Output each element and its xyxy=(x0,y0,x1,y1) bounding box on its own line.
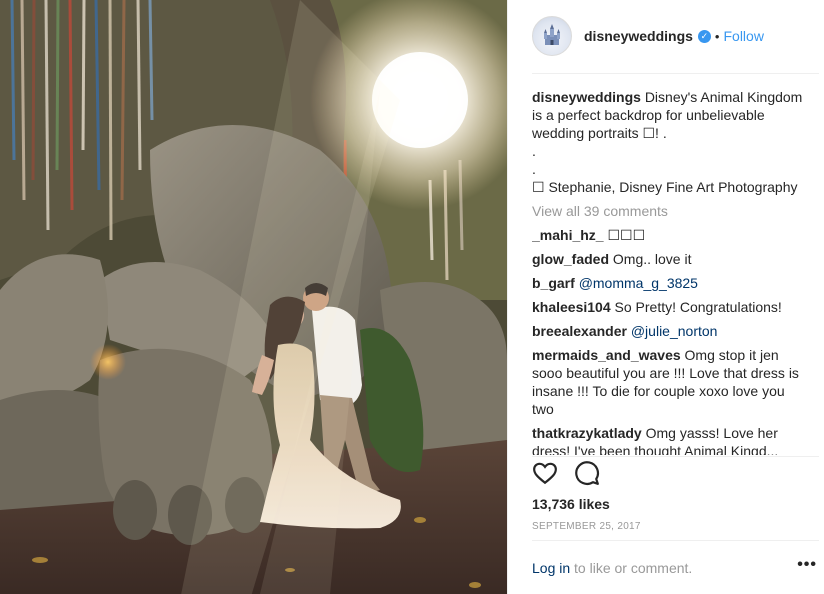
more-options-icon[interactable]: ••• xyxy=(797,556,817,574)
caption-username[interactable]: disneyweddings xyxy=(532,89,641,105)
comment-text: So Pretty! Congratulations! xyxy=(614,299,782,315)
comment-username[interactable]: breealexander xyxy=(532,323,627,339)
comment-icon[interactable] xyxy=(574,460,602,488)
comment-username[interactable]: b_garf xyxy=(532,275,575,291)
likes-count[interactable]: 13,736 likes xyxy=(532,496,610,512)
comment-text: ☐☐☐ xyxy=(607,227,646,243)
comment: thatkrazykatlady Omg yasss! Love her dre… xyxy=(532,424,803,455)
footer-divider xyxy=(532,540,819,541)
caption-credit: ☐ Stephanie, Disney Fine Art Photography xyxy=(532,179,798,195)
login-prompt-text: to like or comment. xyxy=(570,560,693,576)
action-bar xyxy=(532,460,616,488)
comment-username[interactable]: _mahi_hz_ xyxy=(532,227,604,243)
header-separator: • xyxy=(714,28,720,44)
login-link[interactable]: Log in xyxy=(532,560,570,576)
comment-mention[interactable]: @momma_g_3825 xyxy=(579,275,698,291)
comment: b_garf @momma_g_3825 xyxy=(532,274,803,292)
comment: khaleesi104 So Pretty! Congratulations! xyxy=(532,298,803,316)
comment-username[interactable]: mermaids_and_waves xyxy=(532,347,681,363)
comment: mermaids_and_waves Omg stop it jen sooo … xyxy=(532,346,803,418)
post-date: September 25, 2017 xyxy=(532,521,641,532)
header-divider xyxy=(532,73,819,74)
comment-mention[interactable]: @julie_norton xyxy=(631,323,718,339)
photo-illustration xyxy=(0,0,507,594)
castle-icon xyxy=(544,24,560,45)
caption-dot: . xyxy=(532,143,536,159)
comment: breealexander @julie_norton xyxy=(532,322,803,340)
follow-button[interactable]: Follow xyxy=(723,28,763,44)
post-header: disneyweddings ✓ • Follow xyxy=(532,15,764,57)
comment-username[interactable]: glow_faded xyxy=(532,251,609,267)
post-photo[interactable] xyxy=(0,0,507,594)
post-username[interactable]: disneyweddings xyxy=(584,28,693,44)
avatar[interactable] xyxy=(532,16,572,56)
comments-divider xyxy=(532,456,819,457)
view-all-comments-link[interactable]: View all 39 comments xyxy=(532,202,803,220)
caption: disneyweddings Disney's Animal Kingdom i… xyxy=(532,88,803,196)
comment-username[interactable]: thatkrazykatlady xyxy=(532,425,642,441)
comment: glow_faded Omg.. love it xyxy=(532,250,803,268)
comment-username[interactable]: khaleesi104 xyxy=(532,299,611,315)
comment-text: Omg.. love it xyxy=(612,251,692,267)
comments-list[interactable]: disneyweddings Disney's Animal Kingdom i… xyxy=(532,88,803,455)
login-prompt: Log in to like or comment. xyxy=(532,560,692,576)
post-sidebar: disneyweddings ✓ • Follow disneyweddings… xyxy=(507,0,824,594)
caption-dot: . xyxy=(532,161,536,177)
heart-icon[interactable] xyxy=(532,460,560,488)
comment: _mahi_hz_ ☐☐☐ xyxy=(532,226,803,244)
verified-badge-icon: ✓ xyxy=(697,29,711,43)
